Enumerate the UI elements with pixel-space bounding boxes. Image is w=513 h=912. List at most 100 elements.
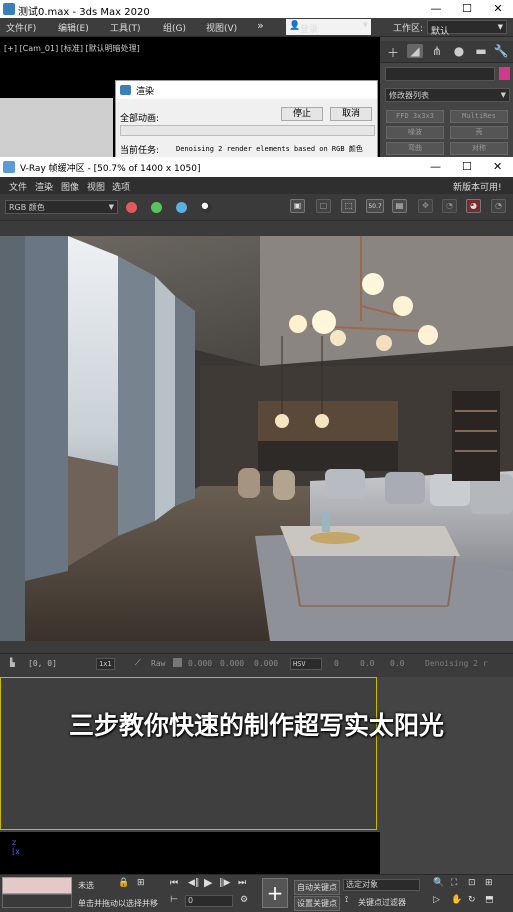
update-notice-link[interactable]: 新版本可用!: [453, 180, 502, 193]
modify-tab-icon[interactable]: ◢: [407, 44, 423, 58]
vfb-menu-options[interactable]: 选项: [112, 180, 130, 193]
zoom-all-icon[interactable]: ⛶: [451, 878, 457, 888]
selection-mode-icon[interactable]: ⊞: [137, 878, 145, 888]
chevron-down-icon: ▼: [497, 23, 503, 31]
menu-file[interactable]: 文件(F): [6, 21, 36, 34]
color-mode-select[interactable]: HSV: [290, 658, 322, 670]
key-selection-select[interactable]: 选定对象: [343, 879, 420, 891]
lower-viewport[interactable]: [0, 677, 377, 830]
fov-icon[interactable]: ▷: [433, 895, 440, 905]
lock-icon[interactable]: 🔒: [118, 878, 129, 888]
utilities-tab-icon[interactable]: 🔧: [493, 44, 509, 58]
current-task-label: 当前任务:: [120, 146, 160, 156]
menu-group[interactable]: 组(G): [163, 21, 186, 34]
pan-view-icon[interactable]: ✋: [451, 895, 462, 905]
zoom-extents-icon[interactable]: ⊡: [468, 878, 476, 888]
current-frame-field[interactable]: 0: [185, 895, 233, 907]
vfb-menu-bar: 文件 渲染 图像 视图 选项 新版本可用!: [0, 177, 513, 194]
hierarchy-tab-icon[interactable]: ⋔: [429, 44, 445, 58]
maximize-viewport-icon[interactable]: ⬒: [485, 895, 494, 905]
pan-icon[interactable]: ✥: [418, 199, 433, 213]
green-channel-toggle[interactable]: [151, 202, 162, 213]
maximize-button[interactable]: ☐: [452, 0, 482, 18]
go-to-end-icon[interactable]: ⏭: [238, 878, 246, 888]
alpha-channel-toggle[interactable]: [201, 202, 212, 213]
play-icon[interactable]: ▶: [204, 876, 212, 889]
go-to-start-icon[interactable]: ⏮: [170, 878, 178, 888]
axis-gizmo-icon: z ⌊x: [12, 838, 20, 856]
stop-button[interactable]: 停止: [281, 107, 323, 121]
save-icon[interactable]: ▣: [290, 199, 305, 213]
modifier-multires-button[interactable]: MultiRes: [450, 110, 508, 123]
color-picker-icon[interactable]: ⟋: [135, 658, 141, 668]
vfb-close-button[interactable]: ✕: [493, 160, 502, 173]
maxscript-input[interactable]: [2, 894, 72, 908]
close-button[interactable]: ✕: [483, 0, 513, 18]
time-config-icon[interactable]: ⚙: [240, 895, 248, 905]
vfb-maximize-button[interactable]: ☐: [462, 160, 472, 173]
modifier-noise-button[interactable]: 噪波: [386, 126, 444, 139]
max-menu-bar: 文件(F) 编辑(E) 工具(T) 组(G) 视图(V) » 👤 登录 ▼ 工作…: [0, 18, 513, 37]
vfb-window-title: V-Ray 帧缓冲区 - [50.7% of 1400 x 1050]: [20, 164, 201, 174]
minimize-button[interactable]: —: [421, 0, 451, 18]
red-channel-toggle[interactable]: [126, 202, 137, 213]
modifier-symmetry-button[interactable]: 对称: [450, 142, 508, 155]
render-dialog-titlebar: 渲染: [116, 81, 377, 99]
set-key-big-button[interactable]: +: [262, 878, 288, 908]
key-filter-icon[interactable]: ⟟: [345, 895, 348, 905]
menu-overflow-icon[interactable]: »: [257, 19, 264, 32]
menu-tools[interactable]: 工具(T): [110, 21, 141, 34]
perspective-viewport[interactable]: z ⌊x: [0, 832, 380, 874]
rgb-g-value: 0.000: [220, 659, 245, 668]
cancel-button[interactable]: 取消: [330, 107, 372, 121]
key-filters-button[interactable]: 关键点过滤器: [358, 897, 406, 908]
create-tab-icon[interactable]: ＋: [385, 44, 401, 60]
modifier-shell-button[interactable]: 壳: [450, 126, 508, 139]
sample-size-select[interactable]: 1x1: [96, 658, 115, 670]
all-animation-label: 全部动画:: [120, 114, 160, 124]
channel-select[interactable]: RGB 颜色 ▼: [5, 200, 118, 214]
vfb-status-bar: ▙ [0, 0] 1x1 ⟋ Raw 0.000 0.000 0.000 HSV…: [0, 653, 513, 673]
modifier-bend-button[interactable]: 弯曲: [386, 142, 444, 155]
max-title-bar: 测试0.max - 3ds Max 2020 — ☐ ✕: [0, 0, 513, 18]
pixel-picker-icon[interactable]: ▙: [10, 658, 15, 667]
track-mouse-icon[interactable]: ▤: [392, 199, 407, 213]
prompt-hint: 单击并拖动以选择并移: [78, 899, 158, 908]
next-frame-icon[interactable]: ‖▶: [219, 878, 230, 888]
viewport-label[interactable]: [+] [Cam_01] [标准] [默认明暗处理]: [4, 43, 140, 54]
blue-channel-toggle[interactable]: [176, 202, 187, 213]
zoom-level-icon[interactable]: 50.7: [366, 199, 384, 213]
object-name-field[interactable]: [385, 67, 495, 81]
region-render-icon[interactable]: ⬚: [341, 199, 356, 213]
color-swatch: [173, 658, 182, 667]
object-color-swatch[interactable]: [499, 67, 510, 80]
orbit-icon[interactable]: ↻: [468, 895, 476, 905]
auto-key-button[interactable]: 自动关键点: [294, 880, 340, 895]
zoom-extents-all-icon[interactable]: ⊞: [485, 878, 493, 888]
vfb-menu-view[interactable]: 视图: [87, 180, 105, 193]
motion-tab-icon[interactable]: ●: [451, 44, 467, 58]
chevron-down-icon: ▼: [108, 203, 114, 211]
render-teapot-icon[interactable]: ◕: [466, 199, 481, 213]
interactive-render-icon[interactable]: ◔: [491, 199, 506, 213]
maxscript-listener[interactable]: [2, 877, 72, 894]
vfb-menu-file[interactable]: 文件: [9, 180, 27, 193]
login-dropdown[interactable]: 👤 登录 ▼: [286, 19, 371, 35]
key-mode-icon[interactable]: ⊢: [170, 895, 178, 905]
modifier-ffd-button[interactable]: FFD 3x3x3: [386, 110, 444, 123]
vfb-menu-image[interactable]: 图像: [61, 180, 79, 193]
set-key-button[interactable]: 设置关键点: [294, 896, 340, 911]
display-tab-icon[interactable]: ▬: [473, 44, 489, 58]
vfb-minimize-button[interactable]: —: [430, 160, 441, 173]
rendered-image: [0, 236, 513, 641]
zoom-icon[interactable]: 🔍: [433, 878, 444, 888]
teapot-icon[interactable]: ◔: [442, 199, 457, 213]
menu-edit[interactable]: 编辑(E): [58, 21, 89, 34]
clear-icon[interactable]: □: [316, 199, 331, 213]
modifier-list-dropdown[interactable]: 修改器列表 ▼: [385, 88, 510, 102]
previous-frame-icon[interactable]: ◀‖: [188, 878, 199, 888]
menu-view[interactable]: 视图(V): [206, 21, 237, 34]
workspace-select[interactable]: 默认 ▼: [427, 20, 507, 37]
status-task-text: Denoising 2 r: [425, 659, 488, 668]
vfb-menu-render[interactable]: 渲染: [35, 180, 53, 193]
